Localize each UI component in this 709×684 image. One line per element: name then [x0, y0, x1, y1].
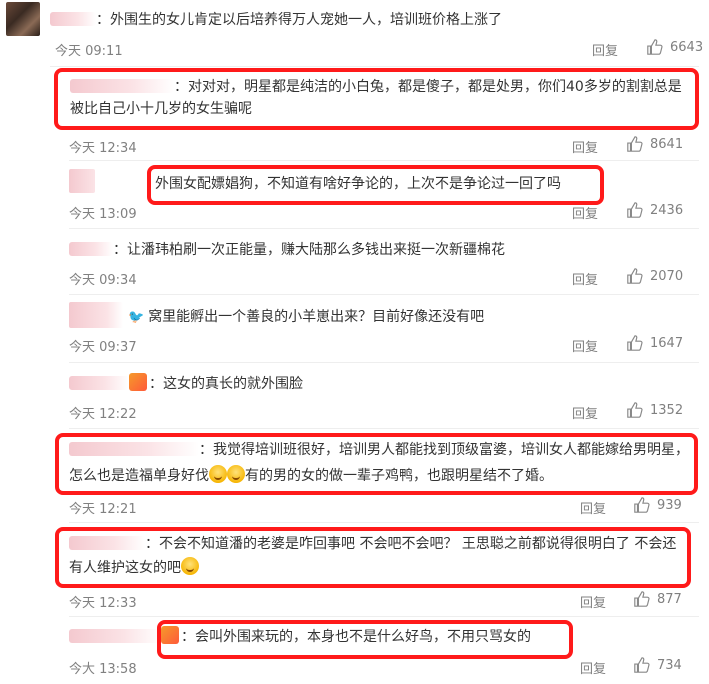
comment-time: 今天 13:09: [69, 207, 137, 222]
divider: [69, 362, 699, 363]
reply-button[interactable]: 回复: [572, 203, 598, 222]
divider: [69, 160, 699, 161]
comment-time: 今天 12:21: [69, 502, 137, 517]
like-button[interactable]: 1352: [626, 401, 683, 419]
comment-text: ：对对对，明星都是纯洁的小白兔，都是傻子，都是处男，你们40多岁的割割总是被比自…: [70, 79, 682, 117]
reply-button[interactable]: 回复: [580, 658, 606, 677]
comment-text: ：外围生的女儿肯定以后培养得万人宠她一人，培训班价格上涨了: [50, 9, 502, 31]
bird-icon: 🐦: [128, 310, 145, 325]
comment-text: 🐦 窝里能孵出一个善良的小羊崽出来？目前好像还没有吧: [128, 309, 485, 325]
username-blurred[interactable]: [50, 12, 96, 26]
comment-text: ：我觉得培训班很好，培训男人都能找到顶级富婆，培训女人都能嫁给男明星，怎么也是造…: [69, 442, 689, 484]
like-count: 2436: [650, 202, 684, 218]
reply-button[interactable]: 回复: [592, 40, 618, 59]
like-count: 1352: [650, 402, 684, 418]
like-button[interactable]: 8641: [626, 135, 683, 153]
thumbs-up-icon: [634, 497, 650, 513]
user-avatar[interactable]: [6, 2, 40, 36]
thumbs-up-icon: [627, 202, 643, 218]
comment-time: 今天 09:37: [69, 340, 137, 355]
comment-text: ：会叫外围来玩的，本身也不是什么好鸟，不用只骂女的: [69, 626, 531, 648]
like-count: 734: [657, 657, 682, 673]
like-button[interactable]: 877: [633, 590, 682, 608]
like-count: 2070: [650, 268, 684, 284]
reply-button[interactable]: 回复: [572, 269, 598, 288]
username-blurred[interactable]: [70, 79, 174, 93]
like-count: 6643: [670, 39, 704, 55]
comment-time: 今天 09:34: [69, 273, 137, 288]
username-blurred[interactable]: [69, 629, 161, 643]
like-button[interactable]: 6643: [646, 38, 703, 56]
comment-time: 今天 12:34: [69, 141, 137, 156]
comment-time: 今天 12:33: [69, 596, 137, 611]
user-avatar[interactable]: [69, 169, 95, 193]
thumbs-up-icon: [647, 39, 663, 55]
comment-time: 今天 12:22: [69, 407, 137, 422]
smile-emoji-icon: [227, 465, 245, 483]
username-blurred[interactable]: [69, 442, 199, 456]
comment-time: 今天 09:11: [55, 44, 123, 59]
like-count: 939: [657, 497, 682, 513]
divider: [50, 66, 699, 67]
thumbs-up-icon: [634, 657, 650, 673]
like-button[interactable]: 2070: [626, 267, 683, 285]
reply-button[interactable]: 回复: [572, 336, 598, 355]
like-button[interactable]: 734: [633, 656, 682, 674]
smile-emoji-icon: [209, 465, 227, 483]
divider: [69, 616, 699, 617]
smirk-emoji-icon: [181, 557, 199, 575]
badge-icon: [129, 373, 147, 391]
thumbs-up-icon: [627, 335, 643, 351]
thumbs-up-icon: [627, 136, 643, 152]
reply-button[interactable]: 回复: [572, 137, 598, 156]
comment-text: 外围女配嫖娼狗，不知道有啥好争论的，上次不是争论过一回了吗: [155, 176, 561, 192]
divider: [69, 428, 699, 429]
badge-icon: [161, 626, 179, 644]
like-button[interactable]: 939: [633, 496, 682, 514]
comment-text: ：不会不知道潘的老婆是咋回事吧 不会吧不会吧？ 王思聪之前都说得很明白了 不会还…: [69, 536, 677, 576]
like-count: 877: [657, 591, 682, 607]
username-blurred[interactable]: [69, 242, 113, 256]
thumbs-up-icon: [627, 402, 643, 418]
like-button[interactable]: 2436: [626, 201, 683, 219]
comment-text: ：让潘玮柏刷一次正能量，赚大陆那么多钱出来挺一次新疆棉花: [69, 239, 505, 261]
divider: [69, 294, 699, 295]
thumbs-up-icon: [627, 268, 643, 284]
comment-text: ：这女的真长的就外围脸: [69, 373, 303, 395]
like-count: 1647: [650, 335, 684, 351]
reply-button[interactable]: 回复: [580, 592, 606, 611]
username-blurred[interactable]: [69, 536, 145, 550]
thumbs-up-icon: [634, 591, 650, 607]
username-blurred[interactable]: [69, 376, 129, 390]
divider: [69, 522, 699, 523]
like-count: 8641: [650, 136, 684, 152]
reply-button[interactable]: 回复: [572, 403, 598, 422]
divider: [69, 228, 699, 229]
reply-button[interactable]: 回复: [580, 498, 606, 517]
user-avatar[interactable]: [69, 302, 123, 328]
like-button[interactable]: 1647: [626, 334, 683, 352]
comment-time: 今大 13:58: [69, 662, 137, 677]
